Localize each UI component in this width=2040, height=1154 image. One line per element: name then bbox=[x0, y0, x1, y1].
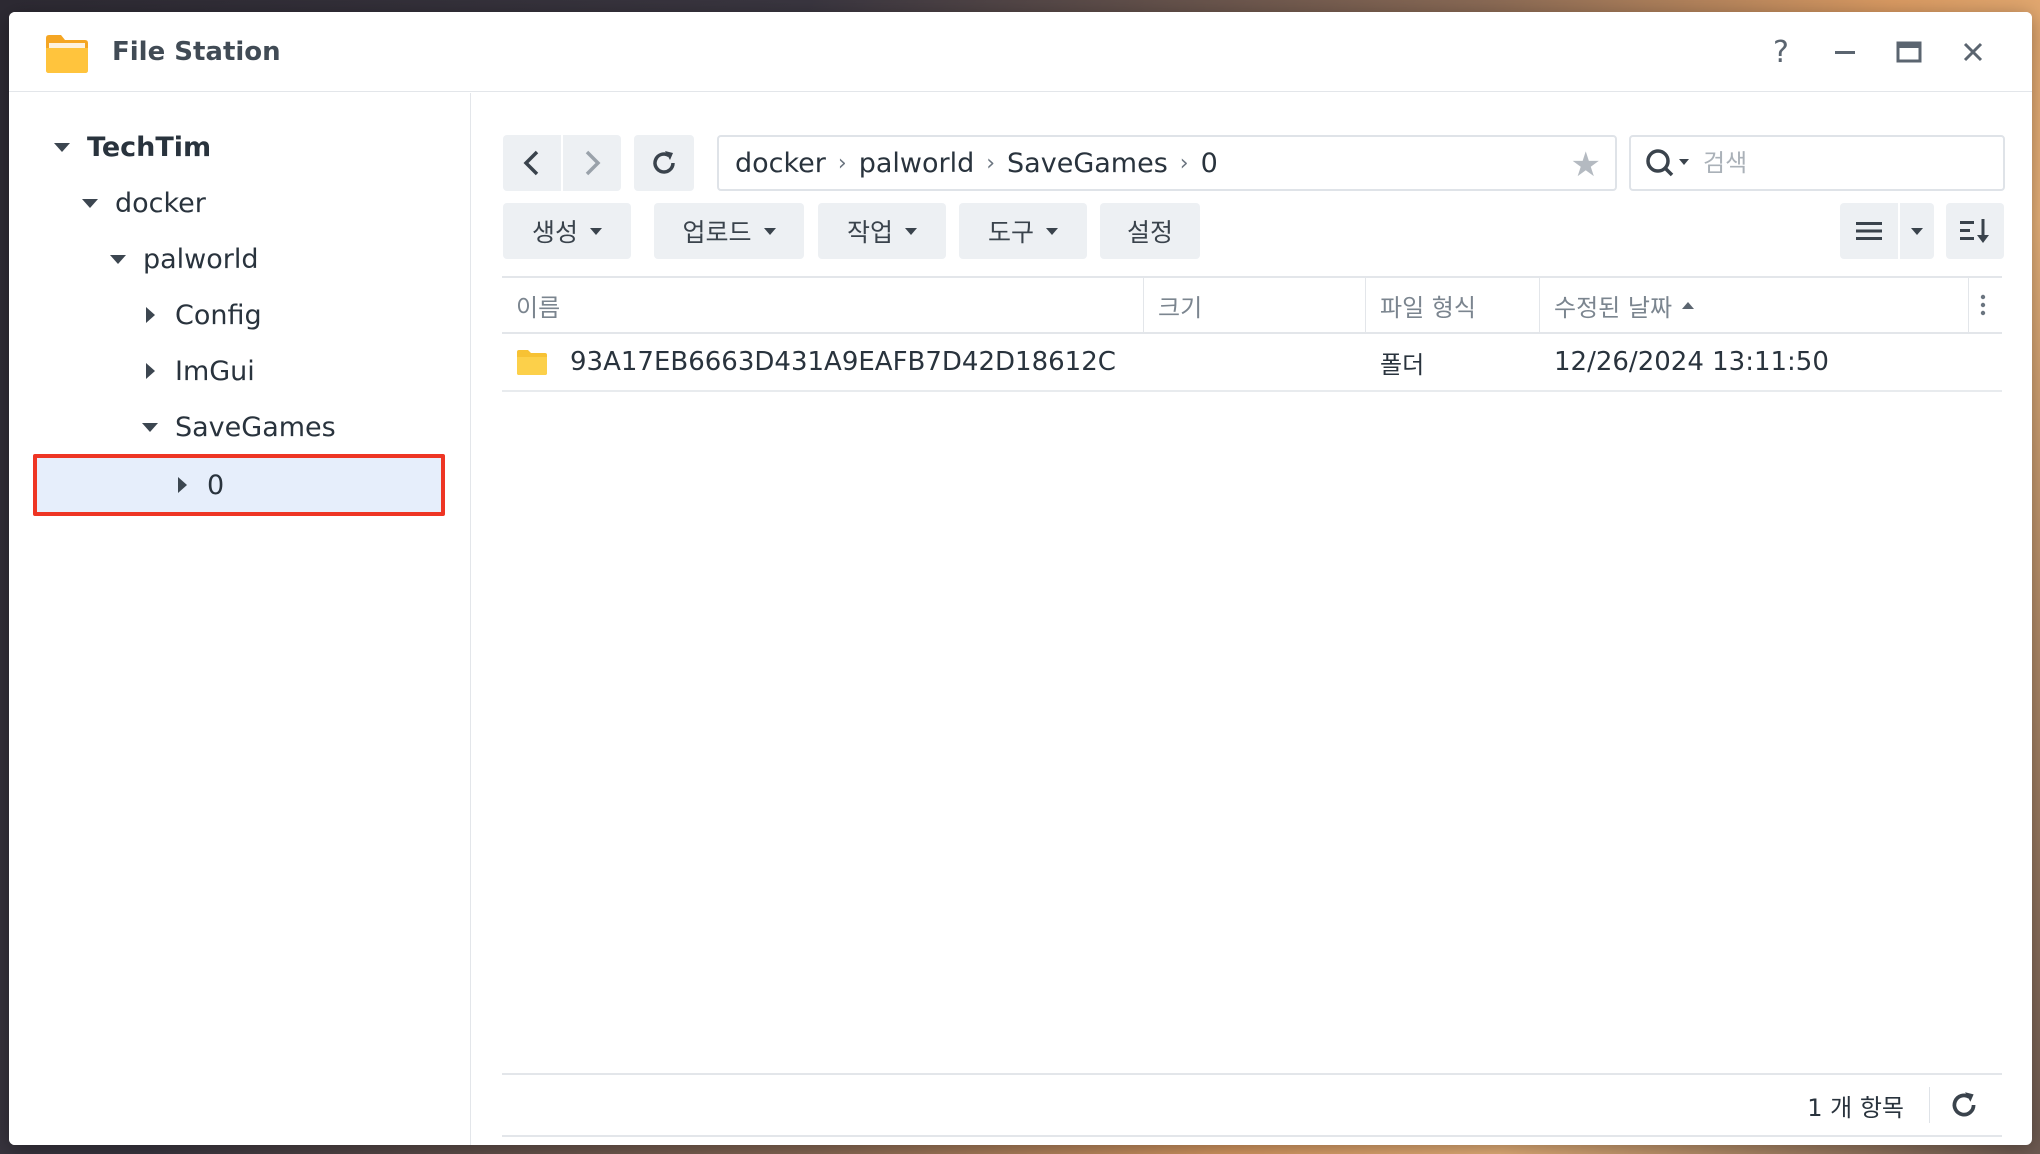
tree-item-0-selected-highlight[interactable] bbox=[33, 454, 445, 516]
status-bar: 1 개 항목 bbox=[502, 1073, 2002, 1137]
column-options-button[interactable] bbox=[1972, 278, 2002, 332]
tree-item-config[interactable]: Config bbox=[137, 289, 262, 341]
upload-button-label: 업로드 bbox=[682, 218, 752, 247]
file-name: 93A17EB6663D431A9EAFB7D42D18612C bbox=[570, 347, 1116, 377]
breadcrumb-palworld[interactable]: palworld bbox=[859, 148, 975, 179]
chevron-left-icon bbox=[523, 150, 539, 176]
tree-item-imgui[interactable]: ImGui bbox=[137, 345, 255, 397]
tree-item-label: Config bbox=[175, 299, 262, 331]
chevron-down-icon[interactable] bbox=[137, 422, 163, 432]
tools-button-label: 도구 bbox=[987, 218, 1034, 247]
column-divider bbox=[1968, 278, 1969, 332]
chevron-down-icon[interactable] bbox=[77, 198, 103, 208]
caret-down-icon bbox=[1911, 227, 1923, 235]
help-icon[interactable]: ? bbox=[1761, 32, 1801, 72]
tree-item-label: docker bbox=[115, 187, 206, 219]
file-type: 폴더 bbox=[1380, 350, 1425, 379]
chevron-down-icon[interactable] bbox=[49, 142, 75, 152]
list-view-button[interactable] bbox=[1840, 203, 1898, 259]
column-header-modified-label: 수정된 날짜 bbox=[1554, 293, 1673, 322]
back-button[interactable] bbox=[503, 135, 561, 191]
chevron-right-icon[interactable] bbox=[137, 363, 163, 379]
tree-item-techtim[interactable]: TechTim bbox=[49, 121, 211, 173]
chevron-right-icon bbox=[585, 150, 601, 176]
maximize-icon[interactable] bbox=[1889, 32, 1929, 72]
table-row[interactable]: 93A17EB6663D431A9EAFB7D42D18612C 폴더 12/2… bbox=[502, 334, 2002, 392]
breadcrumb-0[interactable]: 0 bbox=[1201, 148, 1218, 179]
breadcrumb-docker[interactable]: docker bbox=[735, 148, 826, 179]
tree-item-label: ImGui bbox=[175, 355, 255, 387]
tree-item-savegames[interactable]: SaveGames bbox=[137, 401, 336, 453]
settings-button-label: 설정 bbox=[1126, 218, 1173, 247]
refresh-button[interactable] bbox=[634, 135, 694, 191]
path-bar[interactable]: docker › palworld › SaveGames › 0 ★ bbox=[717, 135, 1617, 191]
close-icon[interactable] bbox=[1953, 32, 1993, 72]
column-header-name[interactable]: 이름 bbox=[502, 278, 1142, 332]
action-button[interactable]: 작업 bbox=[818, 203, 946, 259]
column-header-modified[interactable]: 수정된 날짜 bbox=[1540, 278, 1960, 332]
status-divider bbox=[1929, 1087, 1930, 1123]
tree-item-0[interactable]: 0 bbox=[169, 459, 224, 511]
breadcrumb-separator-icon: › bbox=[837, 150, 847, 176]
column-header-size[interactable]: 크기 bbox=[1144, 278, 1364, 332]
tree-item-label: 0 bbox=[207, 469, 225, 501]
refresh-icon bbox=[653, 151, 675, 174]
caret-down-icon bbox=[905, 227, 917, 235]
tree-item-label: palworld bbox=[143, 243, 259, 275]
breadcrumb-savegames[interactable]: SaveGames bbox=[1007, 148, 1168, 179]
app-title: File Station bbox=[112, 37, 281, 67]
sort-icon bbox=[1960, 219, 1989, 243]
create-button[interactable]: 생성 bbox=[503, 203, 631, 259]
minimize-icon[interactable] bbox=[1825, 32, 1865, 72]
caret-down-icon bbox=[590, 227, 602, 235]
table-header: 이름 크기 파일 형식 수정된 날짜 bbox=[502, 276, 2002, 334]
tree-item-palworld[interactable]: palworld bbox=[105, 233, 259, 285]
caret-down-icon bbox=[763, 227, 776, 235]
list-view-icon bbox=[1856, 222, 1882, 240]
tools-button[interactable]: 도구 bbox=[959, 203, 1087, 259]
chevron-down-icon[interactable] bbox=[105, 254, 131, 264]
tree-root-label: TechTim bbox=[87, 131, 212, 163]
title-bar: File Station ? bbox=[9, 12, 2032, 92]
folder-icon bbox=[516, 334, 548, 390]
file-station-app-icon bbox=[46, 35, 88, 73]
view-dropdown-button[interactable] bbox=[1900, 203, 1934, 259]
file-modified: 12/26/2024 13:11:50 bbox=[1554, 347, 1829, 377]
chevron-right-icon[interactable] bbox=[137, 307, 163, 323]
folder-tree: TechTim docker palworld Config ImGui Sav… bbox=[9, 93, 471, 1145]
upload-button[interactable]: 업로드 bbox=[654, 203, 804, 259]
create-button-label: 생성 bbox=[531, 218, 578, 247]
action-button-label: 작업 bbox=[846, 218, 893, 247]
search-icon[interactable] bbox=[1643, 143, 1699, 183]
main-panel: docker › palworld › SaveGames › 0 ★ 생성 업… bbox=[472, 93, 2032, 1145]
chevron-right-icon[interactable] bbox=[169, 477, 195, 493]
breadcrumb-separator-icon: › bbox=[986, 150, 996, 176]
refresh-icon[interactable] bbox=[1948, 1089, 1980, 1121]
column-header-type[interactable]: 파일 형식 bbox=[1366, 278, 1538, 332]
tree-item-docker[interactable]: docker bbox=[77, 177, 206, 229]
settings-button[interactable]: 설정 bbox=[1100, 203, 1200, 259]
sort-ascending-icon bbox=[1682, 301, 1695, 309]
sort-button[interactable] bbox=[1946, 203, 2004, 259]
caret-down-icon bbox=[1046, 227, 1058, 235]
search-box[interactable] bbox=[1629, 135, 2005, 191]
more-vertical-icon bbox=[1980, 294, 1986, 316]
search-input[interactable] bbox=[1703, 149, 1963, 177]
file-station-window: File Station ? TechTim docker palworld C… bbox=[9, 12, 2032, 1145]
breadcrumb-separator-icon: › bbox=[1179, 150, 1189, 176]
forward-button[interactable] bbox=[563, 135, 621, 191]
item-count: 1 개 항목 bbox=[1807, 1093, 1904, 1122]
tree-item-label: SaveGames bbox=[175, 411, 336, 443]
favorite-star-icon[interactable]: ★ bbox=[1571, 145, 1601, 185]
